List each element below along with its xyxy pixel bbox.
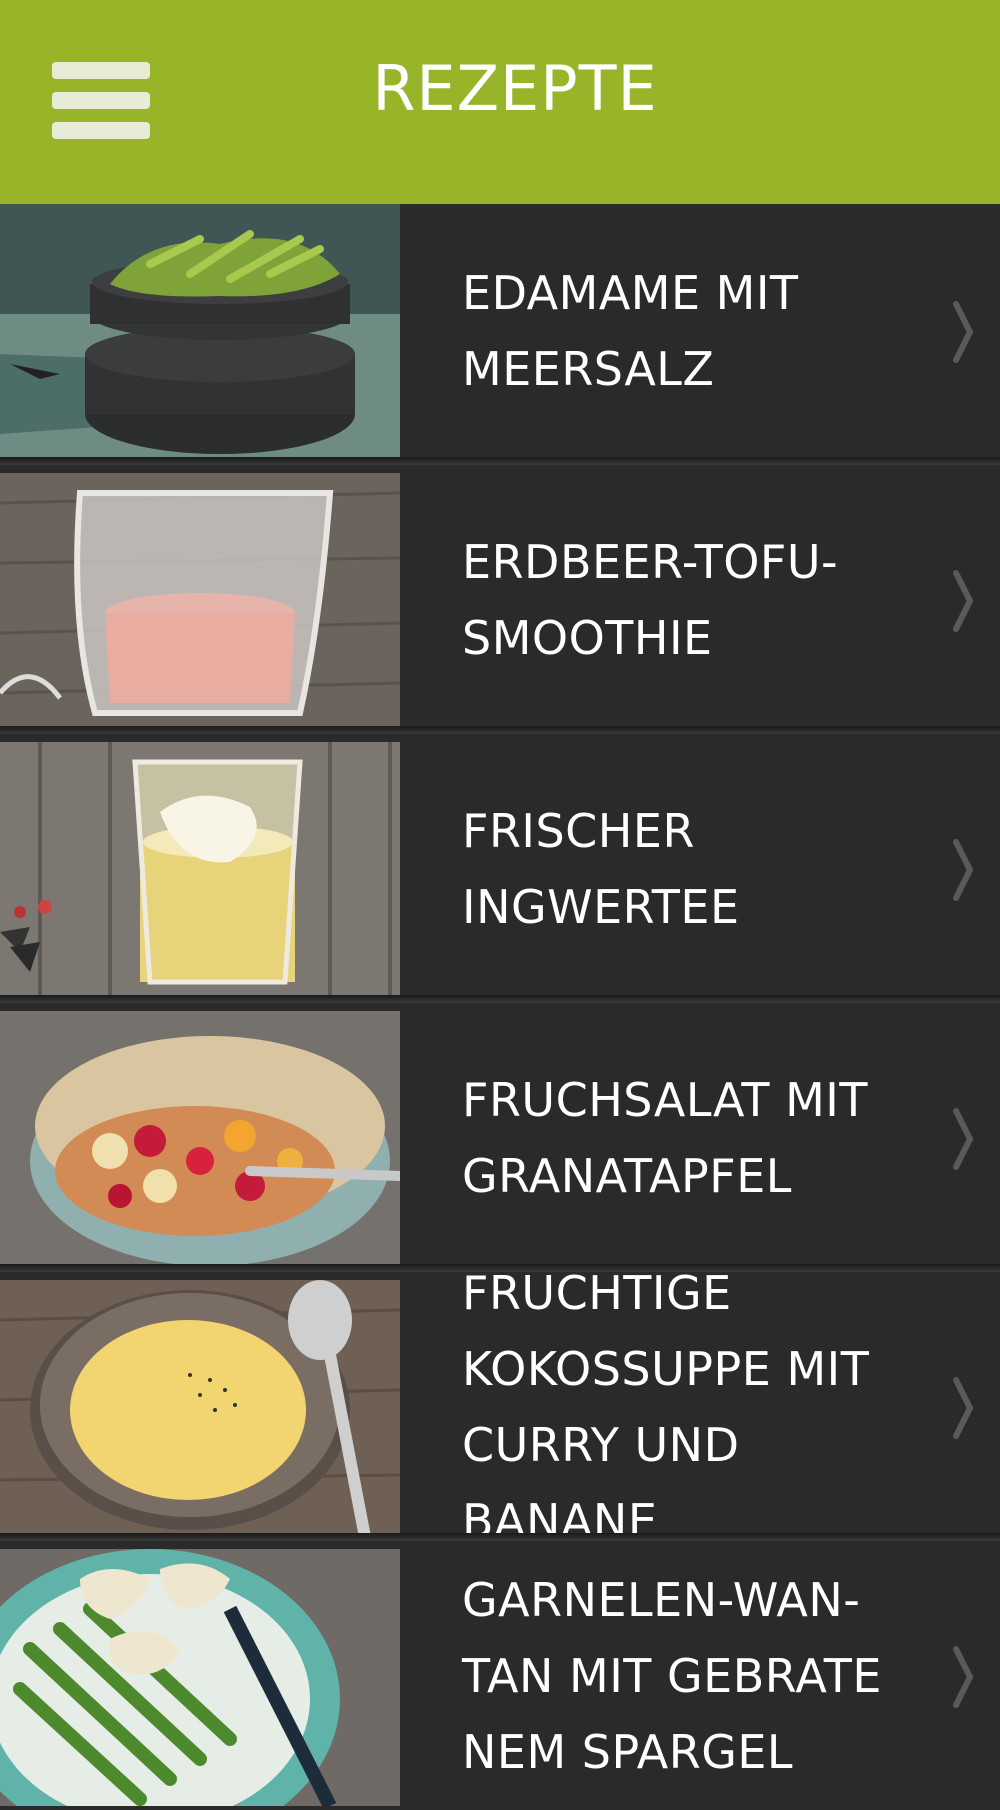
recipe-item-edamame[interactable]: EDAMAME MIT MEERSALZ	[0, 204, 1000, 465]
recipe-item-smoothie[interactable]: ERDBEER-TOFU- SMOOTHIE	[0, 473, 1000, 734]
page-title: REZEPTE	[372, 52, 658, 125]
chevron-right-icon	[953, 1646, 974, 1708]
edamame-bowl-photo	[0, 204, 400, 461]
chevron-right-icon	[953, 1377, 974, 1439]
chevron-right-icon	[953, 1108, 974, 1170]
chevron-right-icon	[953, 570, 974, 632]
strawberry-smoothie-photo	[0, 473, 400, 730]
coconut-soup-photo	[0, 1280, 400, 1537]
recipe-item-garnelen[interactable]: GARNELEN-WAN- TAN MIT GEBRATE NEM SPARGE…	[0, 1549, 1000, 1810]
recipe-item-fruchtsalat[interactable]: FRUCHSALAT MIT GRANATAPFEL	[0, 1011, 1000, 1272]
fruit-salad-photo	[0, 1011, 400, 1268]
app-header: REZEPTE	[0, 0, 1000, 204]
recipe-title: FRISCHER INGWERTEE	[462, 803, 740, 934]
chevron-right-icon	[953, 839, 974, 901]
recipe-title: GARNELEN-WAN- TAN MIT GEBRATE NEM SPARGE…	[462, 1572, 882, 1779]
chevron-right-icon	[953, 301, 974, 363]
recipe-title: ERDBEER-TOFU- SMOOTHIE	[462, 534, 839, 665]
recipe-item-ingwertee[interactable]: FRISCHER INGWERTEE	[0, 742, 1000, 1003]
recipe-item-kokossuppe[interactable]: FRUCHTIGE KOKOSSUPPE MIT CURRY UND BANAN…	[0, 1265, 1000, 1548]
shrimp-wonton-photo	[0, 1549, 400, 1806]
recipe-title: FRUCHTIGE KOKOSSUPPE MIT CURRY UND BANAN…	[462, 1265, 870, 1548]
ginger-tea-photo	[0, 742, 400, 999]
recipe-title: EDAMAME MIT MEERSALZ	[462, 265, 799, 396]
recipe-title: FRUCHSALAT MIT GRANATAPFEL	[462, 1072, 868, 1203]
